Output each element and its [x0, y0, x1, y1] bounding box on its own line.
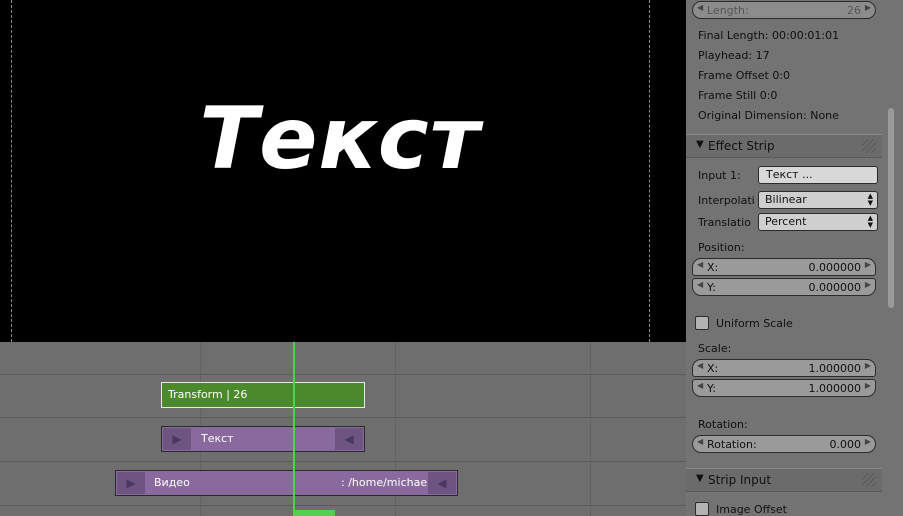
translation-dropdown[interactable]: Percent ▲ ▼ [758, 213, 878, 231]
position-y-field[interactable]: ◀ Y: 0.000000 ▶ [692, 278, 876, 296]
effect-strip-header[interactable]: ▼ Effect Strip [686, 134, 882, 158]
playhead-line[interactable] [293, 342, 295, 516]
position-x-label: X: [707, 261, 719, 274]
strip-video-path: : /home/michael [341, 476, 431, 489]
drag-grip-icon[interactable] [862, 139, 876, 153]
safe-area-guide-left [11, 0, 12, 342]
length-label: Length: [707, 4, 749, 17]
collapse-triangle-icon: ▼ [696, 139, 704, 150]
preview-text: Текст [199, 89, 481, 189]
strip-transform-label: Transform | 26 [168, 388, 248, 401]
grid-line [590, 342, 591, 516]
strip-text[interactable]: ▶ Текст ◀ [161, 426, 365, 452]
strip-video-label: Видео [154, 476, 190, 489]
decrement-arrow-icon[interactable]: ◀ [697, 280, 703, 289]
playhead-text: Playhead: 17 [698, 49, 770, 62]
strip-handle-right-icon[interactable]: ◀ [428, 472, 456, 494]
dropdown-arrows-icon: ▲ ▼ [867, 214, 873, 229]
input1-label: Input 1: [698, 169, 741, 182]
increment-arrow-icon[interactable]: ▶ [865, 3, 871, 12]
playhead-frame-indicator[interactable] [293, 510, 335, 516]
increment-arrow-icon[interactable]: ▶ [865, 280, 871, 289]
strip-handle-left-icon[interactable]: ▶ [117, 472, 145, 494]
interpolation-label: Interpolati [698, 194, 755, 207]
sequencer-timeline[interactable]: Transform | 26 ▶ Текст ◀ ▶ Видео : /home… [0, 342, 686, 516]
decrement-arrow-icon[interactable]: ◀ [697, 260, 703, 269]
strip-text-label: Текст [201, 432, 234, 445]
properties-panel: ◀ Length: 26 ▶ Final Length: 00:00:01:01… [686, 0, 903, 516]
uniform-scale-label: Uniform Scale [716, 317, 793, 330]
decrement-arrow-icon[interactable]: ◀ [697, 3, 703, 12]
panel-scrollbar[interactable] [888, 108, 894, 308]
strip-handle-left-icon[interactable]: ▶ [163, 428, 191, 450]
strip-video[interactable]: ▶ Видео : /home/michael ◀ [115, 470, 458, 496]
sequencer-preview[interactable]: Текст [0, 0, 686, 342]
frame-still-text: Frame Still 0:0 [698, 89, 778, 102]
length-field[interactable]: ◀ Length: 26 ▶ [692, 1, 876, 19]
uniform-scale-checkbox[interactable] [695, 316, 709, 330]
strip-handle-right-icon[interactable]: ◀ [335, 428, 363, 450]
strip-transform[interactable]: Transform | 26 [161, 382, 365, 408]
interpolation-dropdown[interactable]: Bilinear ▲ ▼ [758, 191, 878, 209]
position-x-value: 0.000000 [808, 261, 862, 274]
length-value: 26 [847, 4, 861, 17]
channel-divider [0, 374, 686, 375]
translation-label: Translatio [698, 216, 751, 229]
channel-divider [0, 505, 686, 506]
original-dimension-text: Original Dimension: None [698, 109, 839, 122]
interpolation-value: Bilinear [765, 193, 807, 206]
translation-value: Percent [765, 215, 807, 228]
input1-selector[interactable]: Текст ... [758, 166, 878, 184]
frame-offset-text: Frame Offset 0:0 [698, 69, 791, 82]
effect-strip-title: Effect Strip [708, 139, 775, 153]
channel-divider [0, 417, 686, 418]
panel-overlap-region [686, 342, 903, 516]
final-length-text: Final Length: 00:00:01:01 [698, 29, 840, 42]
position-y-label: Y: [707, 281, 716, 294]
position-label: Position: [698, 241, 745, 254]
dropdown-arrows-icon: ▲ ▼ [867, 192, 873, 207]
channel-divider [0, 461, 686, 462]
safe-area-guide-right [649, 0, 650, 342]
increment-arrow-icon[interactable]: ▶ [865, 260, 871, 269]
position-x-field[interactable]: ◀ X: 0.000000 ▶ [692, 258, 876, 276]
position-y-value: 0.000000 [808, 281, 862, 294]
